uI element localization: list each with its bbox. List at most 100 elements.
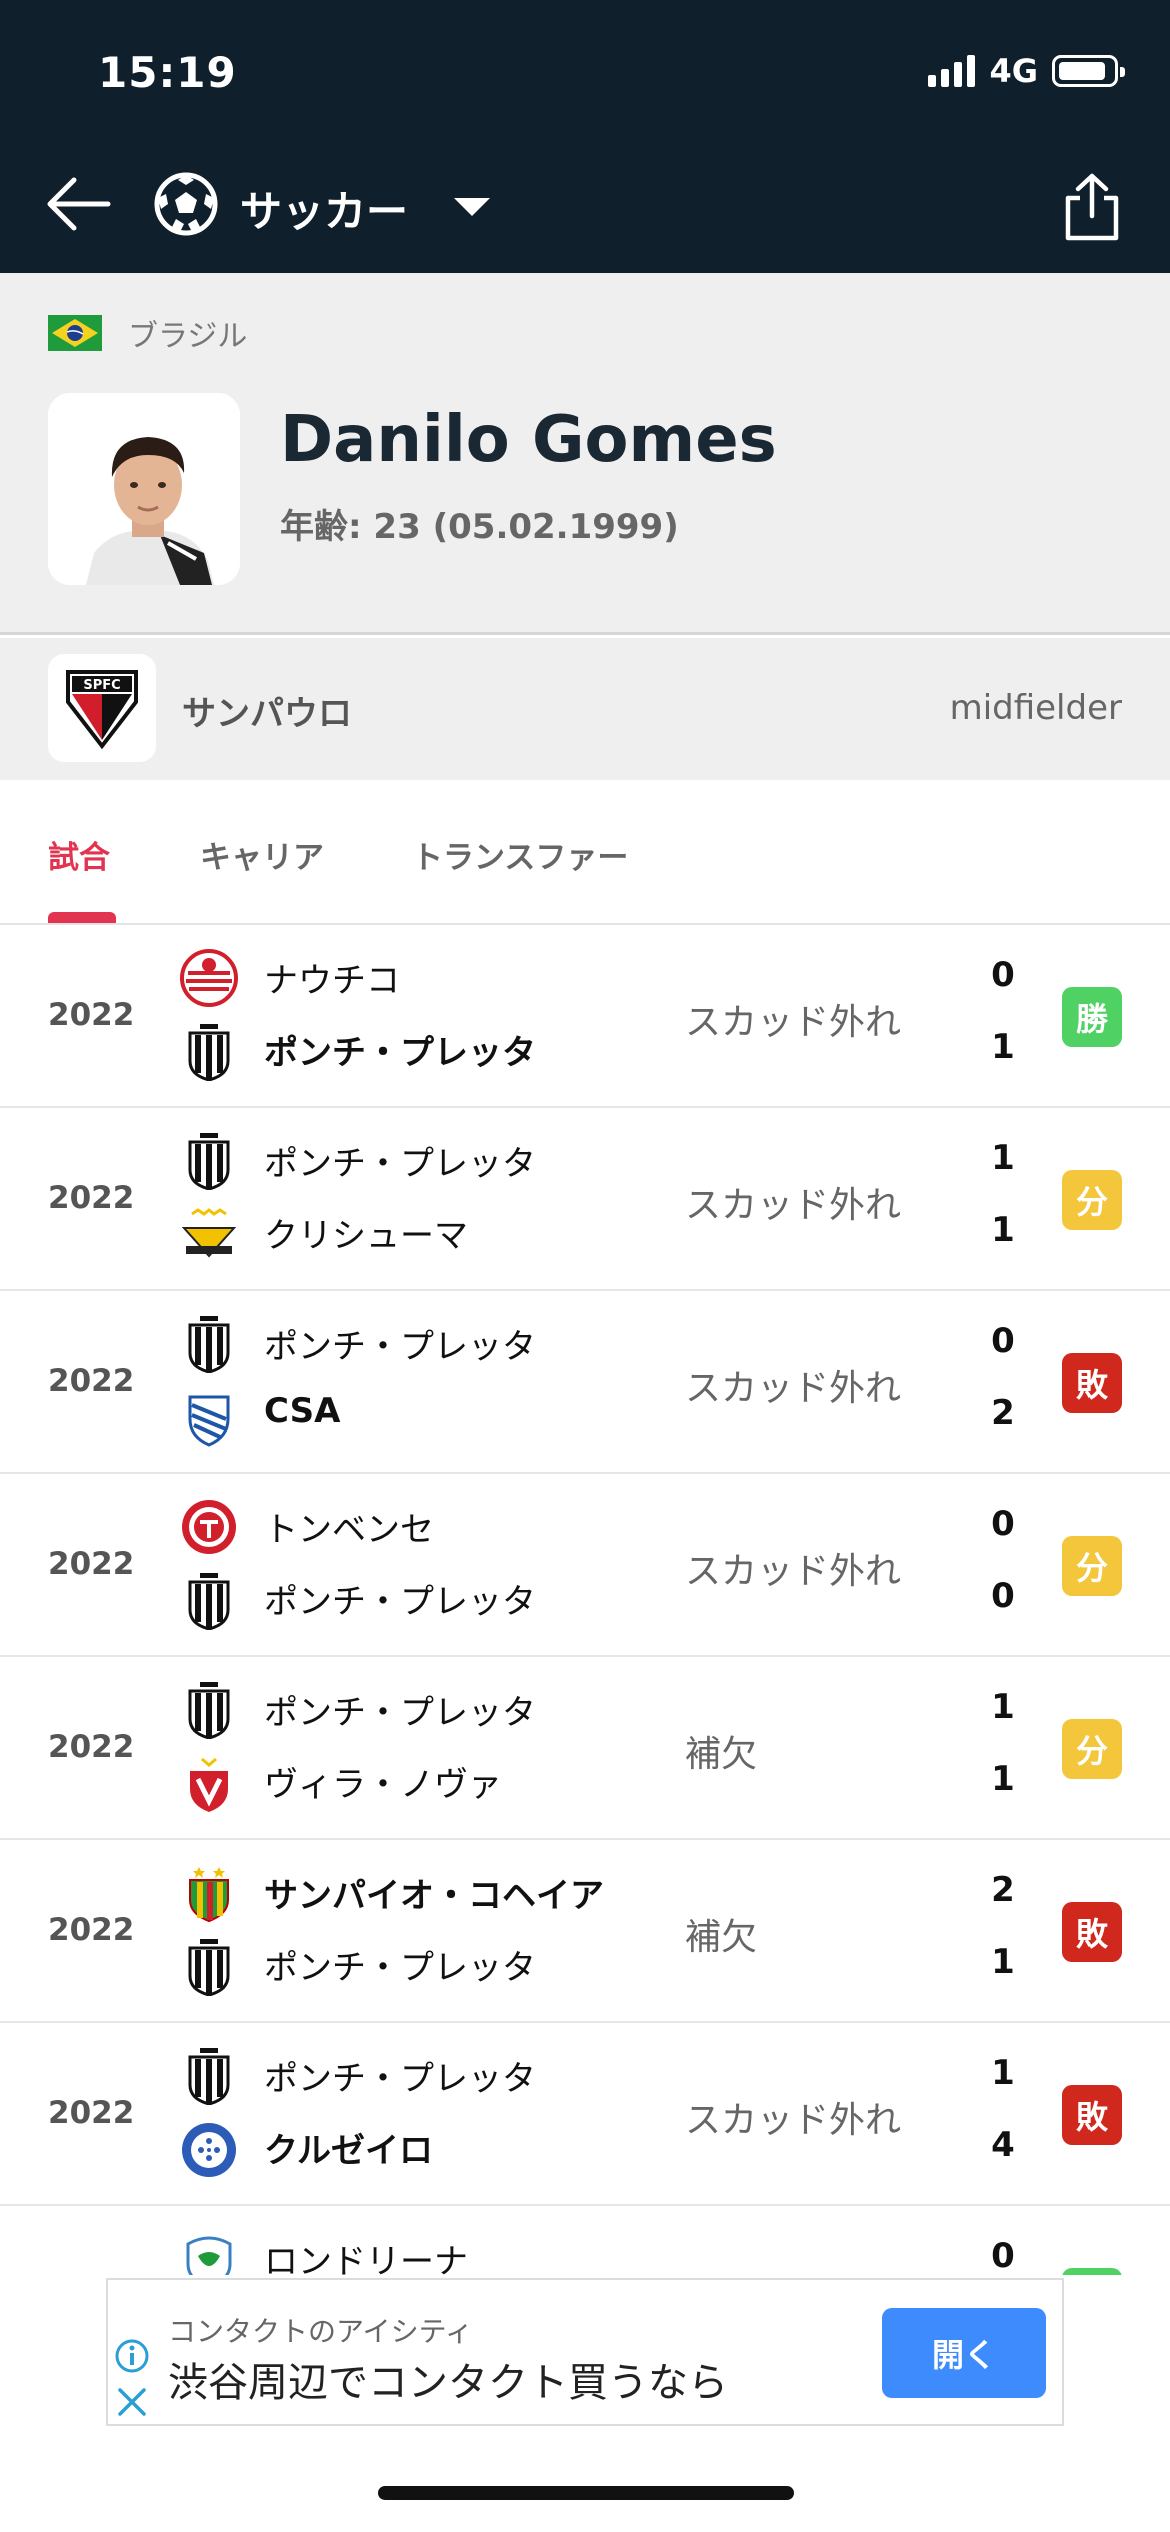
londrina-logo [180,2230,238,2275]
match-year: 2022 [48,1180,135,1216]
tab-career[interactable]: キャリア [200,832,324,877]
home-score: 2 [991,1870,1015,1910]
away-team-name: クルゼイロ [264,2131,433,2171]
away-score: 1 [991,1210,1015,1250]
team-name[interactable]: サンパウロ [182,686,352,735]
network-label: 4G [989,52,1038,90]
player-name: Danilo Gomes [280,403,777,477]
away-team-name: CSA [264,1391,341,1431]
home-indicator [378,2486,794,2500]
match-row[interactable]: 2022 ポンチ・プレッタ ヴィラ・ノヴァ 補欠 1 1 分 [0,1657,1170,1840]
match-year: 2022 [48,2095,135,2131]
battery-icon [1052,55,1125,87]
away-team-name: ヴィラ・ノヴァ [264,1765,502,1805]
ad-advertiser: コンタクトのアイシティ [168,2315,473,2348]
team-logo[interactable]: SPFC [48,654,156,762]
status-time: 15:19 [98,48,237,97]
home-team-name: ポンチ・プレッタ [264,2059,536,2099]
away-score: 0 [991,1576,1015,1616]
result-badge: 勝 [1062,987,1122,1047]
match-row[interactable]: 2022 ナウチコ ポンチ・プレッタ スカッド外れ 0 1 勝 [0,925,1170,1108]
home-score: 1 [991,1138,1015,1178]
criciuma-logo [180,1206,238,1264]
home-team-name: ポンチ・プレッタ [264,1327,536,1367]
match-participation-status: スカッド外れ [685,2100,902,2141]
ponte-preta-logo [180,2047,238,2106]
home-team-name: ポンチ・プレッタ [264,1144,536,1184]
back-arrow-icon[interactable] [44,176,112,232]
match-participation-status: スカッド外れ [685,1185,902,1226]
ponte-preta-logo [180,1132,238,1191]
match-row[interactable]: 2022 ポンチ・プレッタ クリシューマ スカッド外れ 1 1 分 [0,1108,1170,1291]
match-row[interactable]: 2022 ポンチ・プレッタ CSA スカッド外れ 0 2 敗 [0,1291,1170,1474]
result-badge: 敗 [1062,2085,1122,2145]
ponte-preta-logo [180,1023,238,1082]
away-score: 1 [991,1942,1015,1982]
ponte-preta-logo [180,1938,238,1997]
match-row[interactable]: 2022 トンベンセ ポンチ・プレッタ スカッド外れ 0 0 分 [0,1474,1170,1657]
match-year: 2022 [48,1912,135,1948]
player-country: ブラジル [128,319,248,354]
match-row[interactable]: 2022 ポンチ・プレッタ クルゼイロ スカッド外れ 1 4 敗 [0,2023,1170,2206]
match-participation-status: スカッド外れ [685,1002,902,1043]
home-score: 0 [991,1321,1015,1361]
match-year: 2022 [48,1546,135,1582]
player-age: 年齢: 23 (05.02.1999) [280,507,679,547]
close-icon[interactable] [114,2384,150,2420]
ad-open-button[interactable]: 開く [882,2308,1046,2398]
sao-paulo-crest-icon: SPFC [66,670,138,750]
ad-headline[interactable]: 渋谷周辺でコンタクト買うなら [168,2350,728,2408]
away-team-name: ポンチ・プレッタ [264,1948,536,1988]
result-badge: 敗 [1062,1902,1122,1962]
active-tab-indicator [48,912,116,923]
result-badge: 分 [1062,1536,1122,1596]
match-row[interactable]: ロンドリーナ 0 [0,2206,1170,2275]
ponte-preta-logo [180,1315,238,1374]
home-team-name: サンパイオ・コヘイア [264,1876,604,1916]
sampaio-correa-logo [180,1864,238,1923]
home-score: 1 [991,1687,1015,1727]
csa-logo [180,1389,238,1447]
player-photo [48,393,240,585]
match-participation-status: スカッド外れ [685,1368,902,1409]
match-year: 2022 [48,997,135,1033]
match-row[interactable]: 2022 サンパイオ・コヘイア ポンチ・プレッタ 補欠 2 1 敗 [0,1840,1170,2023]
ad-banner[interactable]: コンタクトのアイシティ 渋谷周辺でコンタクト買うなら 開く [106,2278,1064,2426]
away-team-name: ポンチ・プレッタ [264,1033,536,1073]
tab-matches[interactable]: 試合 [48,832,110,877]
result-badge [1062,2268,1122,2275]
away-team-name: クリシューマ [264,1216,468,1256]
tab-transfers[interactable]: トランスファー [412,832,628,877]
player-header: ブラジル Danilo Gomes 年齢: 23 (05.02.1999) [0,273,1170,635]
away-team-name: ポンチ・プレッタ [264,1582,536,1622]
brazil-flag-icon [48,315,102,351]
ponte-preta-logo [180,1681,238,1740]
team-bar[interactable]: SPFC サンパウロ midfielder [0,638,1170,780]
result-badge: 敗 [1062,1353,1122,1413]
sport-selector-label[interactable]: サッカー [240,178,408,239]
signal-icon [928,55,976,87]
vila-nova-logo [180,1755,238,1813]
info-icon[interactable] [114,2338,150,2374]
status-indicators: 4G [928,52,1125,90]
match-year: 2022 [48,1363,135,1399]
top-bar: 15:19 4G サッカー [0,0,1170,273]
soccer-ball-icon[interactable] [154,172,218,236]
home-team-name: ロンドリーナ [264,2242,468,2275]
cruzeiro-logo [180,2121,238,2179]
nautico-logo [180,949,238,1007]
match-participation-status: 補欠 [685,1917,758,1958]
home-score: 1 [991,2053,1015,2093]
result-badge: 分 [1062,1719,1122,1779]
tab-bar: 試合 キャリア トランスファー [0,780,1170,925]
home-team-name: ナウチコ [264,961,400,1001]
share-icon[interactable] [1060,172,1124,242]
home-score: 0 [991,955,1015,995]
team-crest-text: SPFC [83,678,120,693]
away-score: 2 [991,1393,1015,1433]
chevron-down-icon[interactable] [454,198,490,216]
home-team-name: ポンチ・プレッタ [264,1693,536,1733]
match-participation-status: スカッド外れ [685,1551,902,1592]
match-list: 2022 ナウチコ ポンチ・プレッタ スカッド外れ 0 1 勝 2022 ポンチ… [0,925,1170,2275]
match-participation-status: 補欠 [685,1734,758,1775]
